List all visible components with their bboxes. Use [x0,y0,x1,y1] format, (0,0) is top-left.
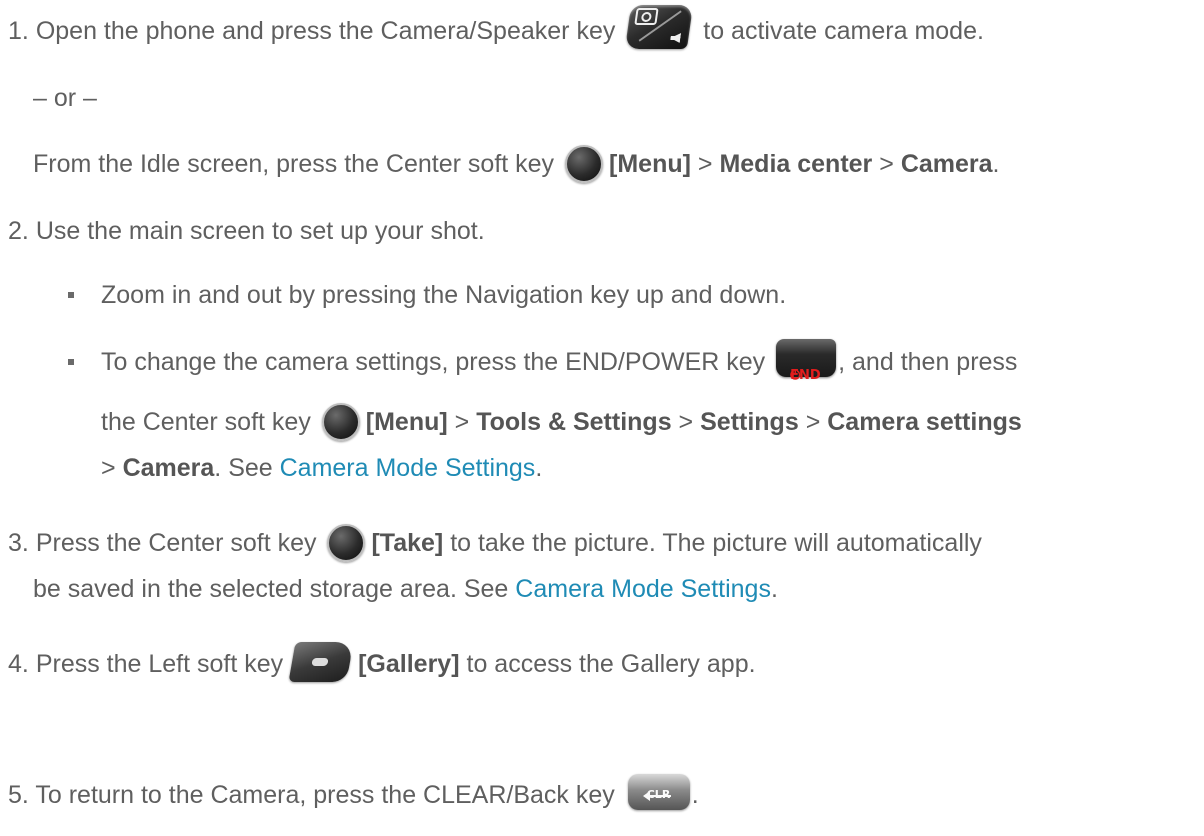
speaker-icon [670,33,681,43]
center-soft-key-icon [327,523,366,562]
period: . [691,781,699,809]
menu-label: [Menu] [365,408,448,436]
step-text: To change the camera settings, press the… [101,348,766,376]
camera-label: Camera [122,454,215,482]
bullet-icon [68,359,74,365]
step-text: Use the main screen to set up your shot. [35,217,485,245]
period: . [992,150,1000,178]
step-text: the Center soft key [101,408,311,436]
step-text: Press the Left soft key [35,650,284,678]
step-3-line: 3. Press the Center soft key [Take] to t… [8,523,982,562]
media-center-label: Media center [719,150,873,178]
bullet-2-line: To change the camera settings, press the… [101,339,1018,383]
period: . [770,575,778,603]
camera-speaker-key-icon [625,5,694,50]
camera-mode-settings-link[interactable]: Camera Mode Settings [280,454,536,482]
step-5-line: 5. To return to the Camera, press the CL… [8,774,699,812]
menu-label: [Menu] [609,150,691,178]
step-number: 2. [8,217,29,245]
center-soft-key-icon [565,144,604,183]
end-power-key-icon: END ⏻ [776,339,837,383]
left-soft-key-icon [288,642,354,683]
step-text: be saved in the selected storage area. S… [33,575,509,603]
dash-icon [311,658,329,667]
center-soft-key-icon [321,402,360,441]
step-1-line: 1. Open the phone and press the Camera/S… [8,5,984,50]
step-text: to take the picture. The picture will au… [450,529,982,557]
separator: > [879,150,894,178]
step-3-line-2: be saved in the selected storage area. S… [33,572,778,606]
camera-label: Camera [900,150,993,178]
step-text: , and then press [838,348,1018,376]
camera-settings-label: Camera settings [827,408,1022,436]
step-text: Press the Center soft key [35,529,317,557]
separator: > [697,150,713,178]
clear-back-key-icon: CLR [627,774,690,811]
bullet-2-line-3: > Camera. See Camera Mode Settings. [101,451,542,485]
step-text: to access the Gallery app. [466,650,756,678]
step-number: 4. [8,650,29,678]
power-icon: ⏻ [790,368,801,384]
or-separator: – or – [33,84,97,112]
bullet-2-line-2: the Center soft key [Menu] > Tools & Set… [101,402,1022,441]
step-number: 3. [8,529,29,557]
step-text: Open the phone and press the Camera/Spea… [35,17,616,45]
take-label: [Take] [371,529,444,557]
step-text: . See [214,454,273,482]
step-text: From the Idle screen, press the Center s… [33,150,555,178]
step-2-line: 2. Use the main screen to set up your sh… [8,214,485,248]
camera-icon [634,8,659,26]
step-text: To return to the Camera, press the CLEAR… [35,781,615,809]
separator: > [101,454,116,482]
step-number: 5. [8,781,29,809]
separator: > [805,408,821,436]
back-arrow-icon [642,791,671,802]
bullet-1-line: Zoom in and out by pressing the Navigati… [101,281,787,309]
separator: > [678,408,694,436]
separator: > [454,408,470,436]
gallery-label: [Gallery] [358,650,460,678]
step-text: to activate camera mode. [703,17,984,45]
step-1-alt-line: From the Idle screen, press the Center s… [33,144,1000,183]
step-number: 1. [8,17,29,45]
camera-mode-settings-link[interactable]: Camera Mode Settings [515,575,771,603]
period: . [535,454,543,482]
settings-label: Settings [700,408,799,436]
step-4-line: 4. Press the Left soft key [Gallery] to … [8,642,756,683]
tools-settings-label: Tools & Settings [476,408,672,436]
bullet-icon [68,292,74,298]
